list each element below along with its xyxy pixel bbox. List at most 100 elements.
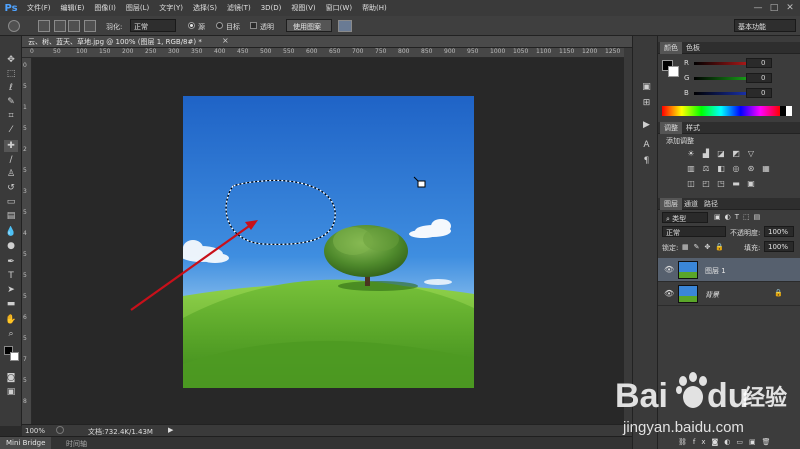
color-balance-icon[interactable]: ⚖ bbox=[701, 164, 711, 173]
blur-tool-icon[interactable]: 💧 bbox=[4, 226, 18, 238]
gradient-map-icon[interactable]: ▬ bbox=[731, 179, 741, 188]
use-pattern-button[interactable]: 使用图案 bbox=[286, 19, 332, 32]
black-white-icon[interactable]: ◧ bbox=[716, 164, 726, 173]
close-window-button[interactable]: ✕ bbox=[784, 2, 796, 14]
pattern-picker-icon[interactable] bbox=[338, 20, 352, 32]
channel-mixer-icon[interactable]: ⊛ bbox=[746, 164, 756, 173]
history-panel-icon[interactable]: ▣ bbox=[641, 82, 652, 92]
brush-tool-icon[interactable]: ∕ bbox=[4, 154, 18, 166]
brightness-icon[interactable]: ☀ bbox=[686, 149, 696, 158]
paragraph-panel-icon[interactable]: ¶ bbox=[641, 156, 652, 166]
hand-tool-icon[interactable]: ✋ bbox=[4, 314, 18, 326]
rectangle-tool-icon[interactable]: ▬ bbox=[4, 298, 18, 310]
selective-color-icon[interactable]: ▣ bbox=[746, 179, 756, 188]
document-tab[interactable]: 云、树、蓝天、草地.jpg @ 100% (图层 1, RGB/8#) * × bbox=[22, 36, 632, 48]
zoom-tool-icon[interactable]: ⌕ bbox=[4, 328, 18, 340]
lock-icons[interactable]: ▦✎✥🔒 bbox=[682, 243, 729, 251]
tab-paths[interactable]: 路径 bbox=[700, 198, 722, 210]
menu-edit[interactable]: 编辑(E) bbox=[56, 0, 90, 16]
visibility-eye-icon[interactable]: 👁 bbox=[664, 265, 674, 274]
subtract-selection-icon[interactable] bbox=[68, 20, 80, 32]
path-selection-tool-icon[interactable]: ➤ bbox=[4, 284, 18, 296]
transparent-checkbox[interactable] bbox=[250, 22, 257, 29]
threshold-icon[interactable]: ◳ bbox=[716, 179, 726, 188]
patch-tool-preset-icon[interactable] bbox=[8, 20, 20, 32]
vibrance-icon[interactable]: ▽ bbox=[746, 149, 756, 158]
color-lookup-icon[interactable]: ▦ bbox=[761, 164, 771, 173]
marquee-tool-icon[interactable]: ⬚ bbox=[4, 68, 18, 80]
screen-mode-icon[interactable]: ▣ bbox=[4, 386, 18, 398]
clone-stamp-tool-icon[interactable]: ♙ bbox=[4, 168, 18, 180]
curves-icon[interactable]: ◪ bbox=[716, 149, 726, 158]
invert-icon[interactable]: ◫ bbox=[686, 179, 696, 188]
menu-layer[interactable]: 图层(L) bbox=[121, 0, 154, 16]
menu-type[interactable]: 文字(Y) bbox=[154, 0, 188, 16]
properties-panel-icon[interactable]: ⊞ bbox=[641, 98, 652, 108]
tab-swatches[interactable]: 色板 bbox=[682, 42, 704, 54]
minimize-button[interactable]: — bbox=[752, 2, 764, 14]
menu-3d[interactable]: 3D(D) bbox=[256, 0, 287, 16]
layer-row-background[interactable]: 👁 背景 🔒 bbox=[658, 282, 800, 306]
black-white-swatch[interactable] bbox=[780, 106, 792, 116]
opacity-input[interactable]: 100% bbox=[764, 226, 794, 237]
layer-row-layer1[interactable]: 👁 图层 1 bbox=[658, 258, 800, 282]
quick-mask-icon[interactable]: ◙ bbox=[4, 372, 18, 384]
green-value[interactable]: 0 bbox=[746, 73, 772, 83]
lasso-tool-icon[interactable]: ℓ bbox=[4, 82, 18, 94]
blue-value[interactable]: 0 bbox=[746, 88, 772, 98]
tab-timeline[interactable]: 时间轴 bbox=[66, 439, 87, 449]
tab-mini-bridge[interactable]: Mini Bridge bbox=[0, 437, 52, 449]
history-brush-tool-icon[interactable]: ↺ bbox=[4, 182, 18, 194]
exposure-icon[interactable]: ◩ bbox=[731, 149, 741, 158]
document-canvas[interactable] bbox=[183, 96, 474, 388]
posterize-icon[interactable]: ◰ bbox=[701, 179, 711, 188]
workspace-select[interactable]: 基本功能 bbox=[734, 19, 796, 32]
fill-input[interactable]: 100% bbox=[764, 241, 794, 252]
menu-select[interactable]: 选择(S) bbox=[188, 0, 222, 16]
layer-filter-select[interactable]: ⌕ 类型 bbox=[662, 212, 708, 223]
patch-mode-select[interactable]: 正常 bbox=[130, 19, 176, 32]
menu-window[interactable]: 窗口(W) bbox=[321, 0, 357, 16]
character-panel-icon[interactable]: A bbox=[641, 140, 652, 150]
dodge-tool-icon[interactable]: ● bbox=[4, 240, 18, 252]
close-document-icon[interactable]: × bbox=[222, 36, 229, 45]
tab-channels[interactable]: 通道 bbox=[680, 198, 702, 210]
add-selection-icon[interactable] bbox=[54, 20, 66, 32]
tab-styles[interactable]: 样式 bbox=[682, 122, 704, 134]
source-radio[interactable] bbox=[188, 22, 195, 29]
move-tool-icon[interactable]: ✥ bbox=[4, 54, 18, 66]
background-color-swatch[interactable] bbox=[10, 352, 19, 361]
blend-mode-select[interactable]: 正常 bbox=[662, 226, 726, 237]
new-selection-icon[interactable] bbox=[38, 20, 50, 32]
destination-radio[interactable] bbox=[216, 22, 223, 29]
color-spectrum-bar[interactable] bbox=[662, 106, 780, 116]
tab-adjustments[interactable]: 调整 bbox=[660, 122, 682, 134]
status-info-icon[interactable] bbox=[56, 426, 64, 434]
tab-layers[interactable]: 图层 bbox=[660, 198, 682, 210]
crop-tool-icon[interactable]: ⌗ bbox=[4, 110, 18, 122]
patch-tool-icon[interactable]: ✚ bbox=[4, 140, 18, 152]
red-value[interactable]: 0 bbox=[746, 58, 772, 68]
menu-view[interactable]: 视图(V) bbox=[286, 0, 320, 16]
zoom-level[interactable]: 100% bbox=[25, 427, 45, 435]
menu-filter[interactable]: 滤镜(T) bbox=[222, 0, 256, 16]
quick-select-tool-icon[interactable]: ✎ bbox=[4, 96, 18, 108]
menu-file[interactable]: 文件(F) bbox=[22, 0, 56, 16]
menu-image[interactable]: 图像(I) bbox=[89, 0, 121, 16]
tab-color[interactable]: 颜色 bbox=[660, 42, 682, 54]
type-tool-icon[interactable]: T bbox=[4, 270, 18, 282]
photo-filter-icon[interactable]: ◎ bbox=[731, 164, 741, 173]
pen-tool-icon[interactable]: ✒ bbox=[4, 256, 18, 268]
hue-saturation-icon[interactable]: ▥ bbox=[686, 164, 696, 173]
layer-filter-icons[interactable]: ▣◐T⬚▤ bbox=[714, 213, 764, 221]
gradient-tool-icon[interactable]: ▤ bbox=[4, 210, 18, 222]
menu-help[interactable]: 帮助(H) bbox=[357, 0, 392, 16]
eyedropper-tool-icon[interactable]: ⁄ bbox=[4, 124, 18, 136]
status-menu-arrow[interactable]: ▶ bbox=[168, 426, 173, 434]
maximize-button[interactable]: □ bbox=[768, 2, 780, 14]
levels-icon[interactable]: ▟ bbox=[701, 149, 711, 158]
eraser-tool-icon[interactable]: ▭ bbox=[4, 196, 18, 208]
visibility-eye-icon[interactable]: 👁 bbox=[664, 289, 674, 298]
actions-panel-icon[interactable]: ▶ bbox=[641, 120, 652, 130]
intersect-selection-icon[interactable] bbox=[84, 20, 96, 32]
